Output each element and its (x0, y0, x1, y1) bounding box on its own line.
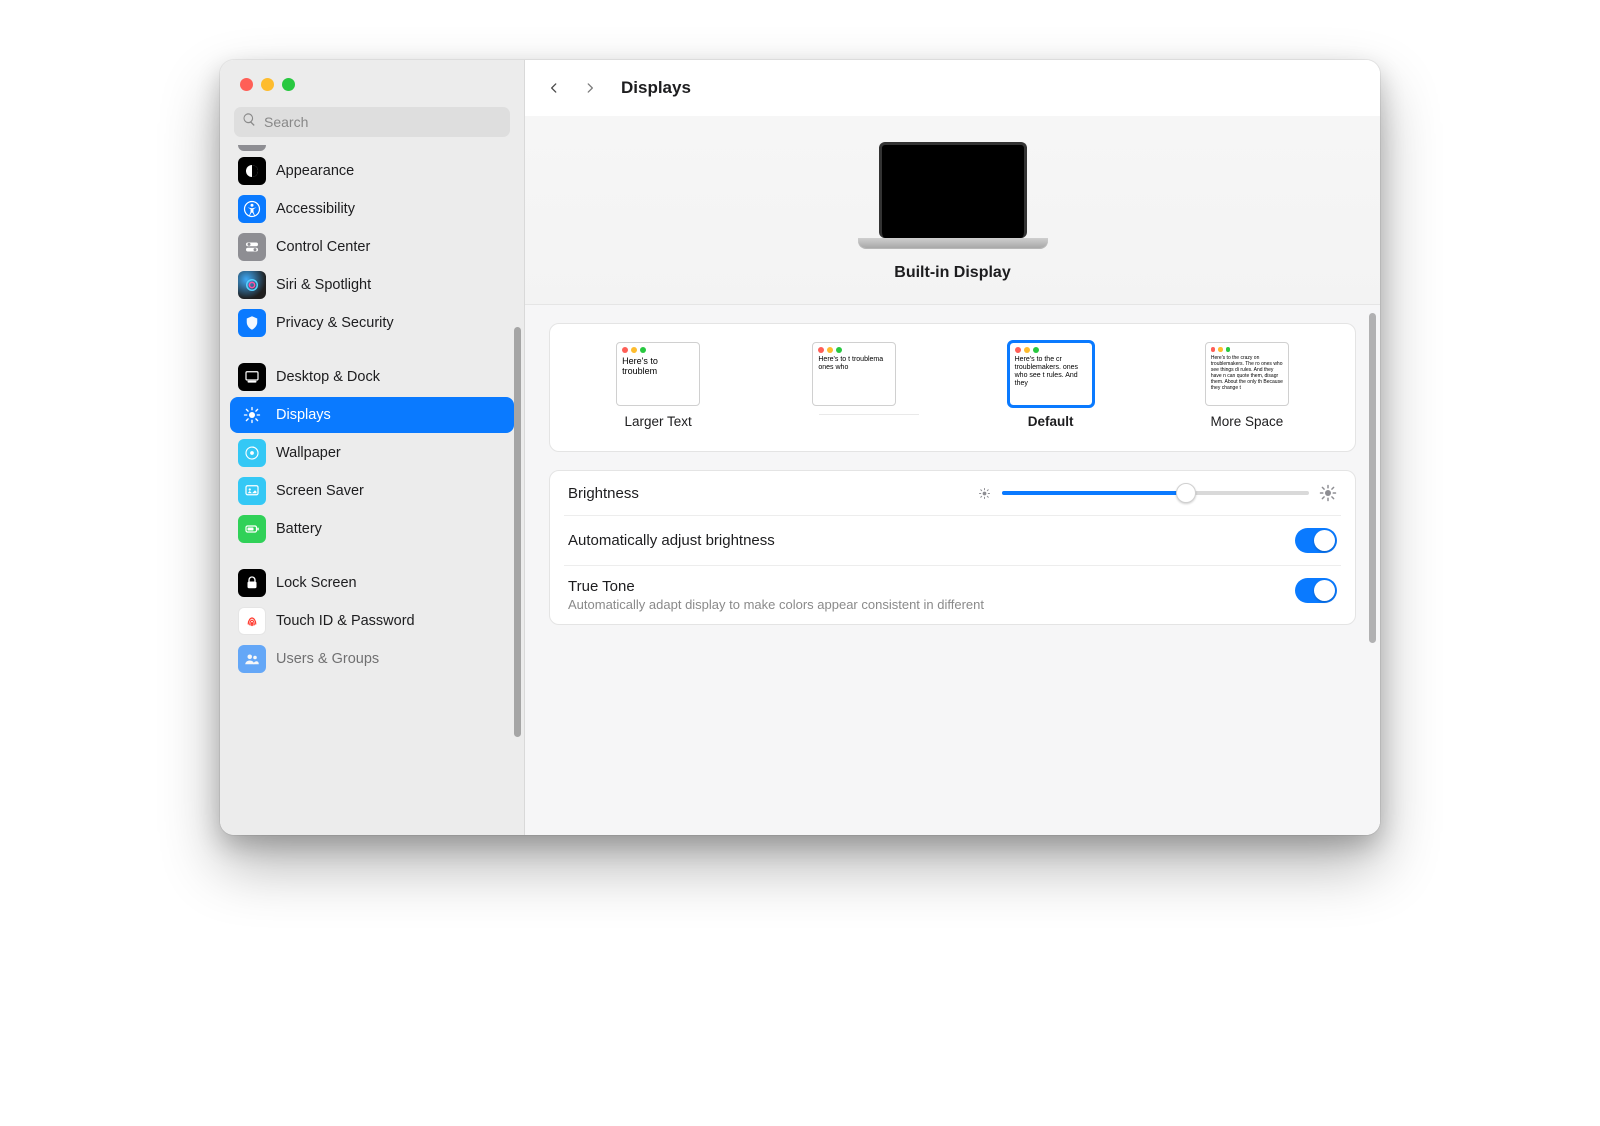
users-groups-icon (238, 645, 266, 673)
sidebar-item-displays[interactable]: Displays (230, 397, 514, 433)
sidebar-item-users-groups[interactable]: Users & Groups (230, 641, 514, 677)
search-input[interactable] (262, 113, 502, 131)
sidebar-item-label: Displays (276, 407, 331, 423)
brightness-card: Brightness (549, 470, 1356, 625)
sidebar-item-lock-screen[interactable]: Lock Screen (230, 565, 514, 601)
sidebar-item-screen-saver[interactable]: Screen Saver (230, 473, 514, 509)
sidebar-item-privacy-security[interactable]: Privacy & Security (230, 305, 514, 341)
wallpaper-icon (238, 439, 266, 467)
sun-high-icon (1319, 484, 1337, 502)
resolution-thumb: Here's to troublem (616, 342, 700, 406)
resolution-option-more-space[interactable]: Here's to the crazy on troublemakers. Th… (1182, 342, 1312, 429)
system-settings-window: Appearance Accessibility Control Center … (220, 60, 1380, 835)
siri-icon (238, 271, 266, 299)
sidebar-item-label: Siri & Spotlight (276, 277, 371, 293)
settings-scroll-area: Here's to troublem Larger Text Here's to… (525, 305, 1380, 835)
sun-low-icon (977, 486, 992, 501)
sidebar: Appearance Accessibility Control Center … (220, 60, 525, 835)
fullscreen-window-button[interactable] (282, 78, 295, 91)
main-content: Displays Built-in Display Here's to trou… (525, 60, 1380, 835)
resolution-card: Here's to troublem Larger Text Here's to… (549, 323, 1356, 452)
back-button[interactable] (543, 77, 565, 99)
resolution-thumb: Here's to the crazy on troublemakers. Th… (1205, 342, 1289, 406)
true-tone-toggle[interactable] (1295, 578, 1337, 603)
privacy-icon (238, 309, 266, 337)
brightness-slider[interactable] (1002, 483, 1309, 503)
true-tone-row: True Tone Automatically adapt display to… (564, 565, 1341, 624)
sidebar-item-label: Appearance (276, 163, 354, 179)
sidebar-item-label: Wallpaper (276, 445, 341, 461)
display-hero: Built-in Display (525, 116, 1380, 305)
main-header: Displays (525, 60, 1380, 116)
sidebar-item-label: Users & Groups (276, 651, 379, 667)
battery-icon (238, 515, 266, 543)
sidebar-item-label: Battery (276, 521, 322, 537)
true-tone-description: Automatically adapt display to make colo… (568, 597, 984, 612)
brightness-control (977, 483, 1337, 503)
resolution-label: More Space (1210, 414, 1283, 429)
close-window-button[interactable] (240, 78, 253, 91)
brightness-row: Brightness (564, 479, 1341, 515)
resolution-label: Larger Text (624, 414, 691, 429)
resolution-option-larger-text[interactable]: Here's to troublem Larger Text (593, 342, 723, 429)
sidebar-item-label: Desktop & Dock (276, 369, 380, 385)
page-title: Displays (621, 78, 691, 98)
auto-brightness-row: Automatically adjust brightness (564, 515, 1341, 565)
desktop-dock-icon (238, 363, 266, 391)
resolution-thumb: Here's to t troublema ones who (812, 342, 896, 406)
sidebar-item-control-center[interactable]: Control Center (230, 229, 514, 265)
sidebar-item-appearance[interactable]: Appearance (230, 153, 514, 189)
sidebar-item-label: Lock Screen (276, 575, 357, 591)
forward-button[interactable] (579, 77, 601, 99)
accessibility-icon (238, 195, 266, 223)
sidebar-item-accessibility[interactable]: Accessibility (230, 191, 514, 227)
auto-brightness-toggle[interactable] (1295, 528, 1337, 553)
auto-brightness-label: Automatically adjust brightness (568, 532, 775, 549)
laptop-graphic (858, 142, 1048, 248)
resolution-thumb: Here's to the cr troublemakers. ones who… (1009, 342, 1093, 406)
display-name: Built-in Display (894, 264, 1010, 282)
search-icon (242, 112, 262, 132)
sidebar-item-label: Screen Saver (276, 483, 364, 499)
resolution-label: Default (1028, 414, 1074, 429)
control-center-icon (238, 233, 266, 261)
resolution-option-mid[interactable]: Here's to t troublema ones who (789, 342, 919, 435)
resolution-option-default[interactable]: Here's to the cr troublemakers. ones who… (986, 342, 1116, 429)
main-scrollbar[interactable] (1369, 313, 1376, 643)
sidebar-item-desktop-dock[interactable]: Desktop & Dock (230, 359, 514, 395)
sidebar-item-battery[interactable]: Battery (230, 511, 514, 547)
sidebar-item-siri-spotlight[interactable]: Siri & Spotlight (230, 267, 514, 303)
appearance-icon (238, 157, 266, 185)
touch-id-icon (238, 607, 266, 635)
brightness-label: Brightness (568, 485, 639, 502)
minimize-window-button[interactable] (261, 78, 274, 91)
sidebar-item-label: Touch ID & Password (276, 613, 415, 629)
window-controls (220, 60, 524, 91)
displays-icon (238, 401, 266, 429)
screen-saver-icon (238, 477, 266, 505)
search-field[interactable] (234, 107, 510, 137)
lock-screen-icon (238, 569, 266, 597)
sidebar-item-label: Control Center (276, 239, 370, 255)
sidebar-scrollbar[interactable] (514, 327, 521, 737)
sidebar-item-wallpaper[interactable]: Wallpaper (230, 435, 514, 471)
true-tone-label: True Tone (568, 578, 984, 595)
sidebar-item-touch-id[interactable]: Touch ID & Password (230, 603, 514, 639)
sidebar-list: Appearance Accessibility Control Center … (220, 145, 524, 835)
sidebar-item-label: Accessibility (276, 201, 355, 217)
sidebar-item-label: Privacy & Security (276, 315, 394, 331)
